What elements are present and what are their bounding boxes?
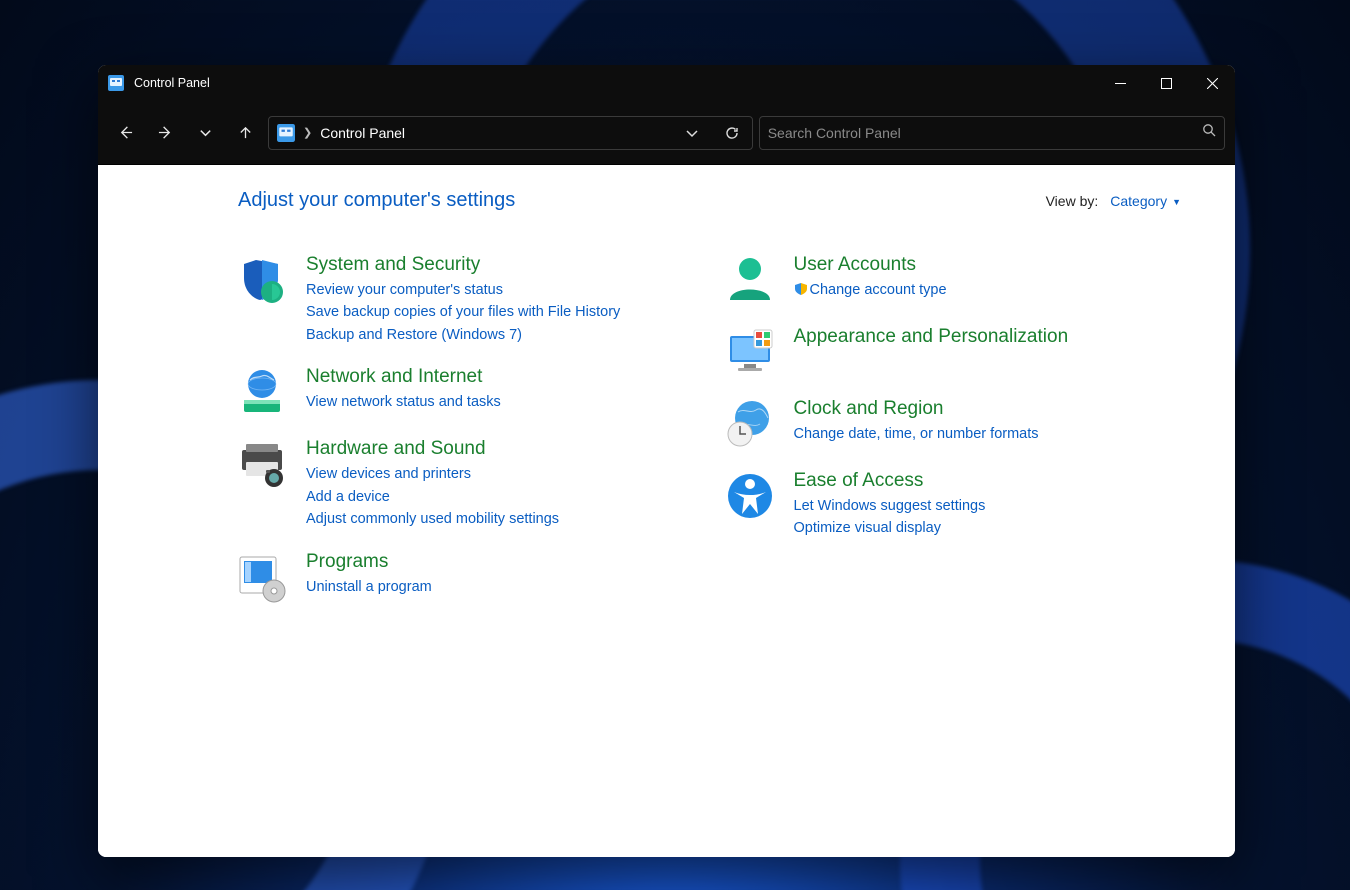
search-input[interactable] xyxy=(768,125,1202,141)
address-history-button[interactable] xyxy=(676,118,708,148)
category-title[interactable]: User Accounts xyxy=(794,254,947,276)
category-title[interactable]: Programs xyxy=(306,551,432,573)
category-columns: System and Security Review your computer… xyxy=(236,254,1181,603)
category-title[interactable]: System and Security xyxy=(306,254,620,276)
close-button[interactable] xyxy=(1189,65,1235,101)
control-panel-window: Control Panel ❯ Control P xyxy=(98,65,1235,857)
minimize-button[interactable] xyxy=(1097,65,1143,101)
category-link[interactable]: Review your computer's status xyxy=(306,279,620,301)
content-header: Adjust your computer's settings View by:… xyxy=(238,189,1181,212)
forward-button[interactable] xyxy=(148,116,182,150)
category-link[interactable]: Adjust commonly used mobility settings xyxy=(306,508,559,530)
up-button[interactable] xyxy=(228,116,262,150)
view-by-label: View by: xyxy=(1046,193,1099,209)
category-appearance-and-personalization: Appearance and Personalization xyxy=(724,326,1182,378)
clock-globe-icon[interactable] xyxy=(724,398,776,450)
category-user-accounts: User Accounts Change account type xyxy=(724,254,1182,306)
accessibility-icon[interactable] xyxy=(724,470,776,522)
category-link[interactable]: Optimize visual display xyxy=(794,517,986,539)
programs-disc-icon[interactable] xyxy=(236,551,288,603)
category-hardware-and-sound: Hardware and Sound View devices and prin… xyxy=(236,438,694,530)
category-system-and-security: System and Security Review your computer… xyxy=(236,254,694,346)
globe-network-icon[interactable] xyxy=(236,366,288,418)
search-box[interactable] xyxy=(759,116,1225,150)
search-icon[interactable] xyxy=(1202,123,1216,142)
toolbar: ❯ Control Panel xyxy=(98,101,1235,165)
category-title[interactable]: Ease of Access xyxy=(794,470,986,492)
maximize-button[interactable] xyxy=(1143,65,1189,101)
category-title[interactable]: Network and Internet xyxy=(306,366,501,388)
content-area: Adjust your computer's settings View by:… xyxy=(98,165,1235,857)
category-link[interactable]: Let Windows suggest settings xyxy=(794,495,986,517)
category-link[interactable]: Change account type xyxy=(794,279,947,303)
chevron-down-icon: ▼ xyxy=(1172,197,1181,207)
category-clock-and-region: Clock and Region Change date, time, or n… xyxy=(724,398,1182,450)
recent-locations-button[interactable] xyxy=(188,116,222,150)
control-panel-appicon xyxy=(108,75,124,91)
user-account-icon[interactable] xyxy=(724,254,776,306)
breadcrumb-separator-icon[interactable]: ❯ xyxy=(303,126,312,139)
page-title: Adjust your computer's settings xyxy=(238,189,1046,212)
category-programs: Programs Uninstall a program xyxy=(236,551,694,603)
back-button[interactable] xyxy=(108,116,142,150)
category-link[interactable]: Save backup copies of your files with Fi… xyxy=(306,301,620,323)
refresh-button[interactable] xyxy=(716,118,748,148)
category-link[interactable]: View network status and tasks xyxy=(306,391,501,413)
address-bar[interactable]: ❯ Control Panel xyxy=(268,116,753,150)
category-link[interactable]: Uninstall a program xyxy=(306,576,432,598)
view-by-value: Category xyxy=(1110,193,1167,209)
uac-shield-icon xyxy=(794,281,808,303)
category-link[interactable]: Change date, time, or number formats xyxy=(794,423,1039,445)
titlebar[interactable]: Control Panel xyxy=(98,65,1235,101)
breadcrumb-text[interactable]: Control Panel xyxy=(320,125,667,141)
view-by-control: View by: Category ▼ xyxy=(1046,193,1181,209)
printer-camera-icon[interactable] xyxy=(236,438,288,490)
category-ease-of-access: Ease of Access Let Windows suggest setti… xyxy=(724,470,1182,540)
view-by-dropdown[interactable]: Category ▼ xyxy=(1110,193,1181,209)
control-panel-crumb-icon xyxy=(277,124,295,142)
shield-security-icon[interactable] xyxy=(236,254,288,306)
window-title: Control Panel xyxy=(134,76,210,90)
category-column-right: User Accounts Change account type xyxy=(724,254,1182,603)
monitor-personalization-icon[interactable] xyxy=(724,326,776,378)
category-link[interactable]: Add a device xyxy=(306,486,559,508)
category-link[interactable]: Backup and Restore (Windows 7) xyxy=(306,324,620,346)
category-title[interactable]: Appearance and Personalization xyxy=(794,326,1069,348)
category-title[interactable]: Hardware and Sound xyxy=(306,438,559,460)
category-title[interactable]: Clock and Region xyxy=(794,398,1039,420)
category-link[interactable]: View devices and printers xyxy=(306,463,559,485)
category-column-left: System and Security Review your computer… xyxy=(236,254,694,603)
category-network-and-internet: Network and Internet View network status… xyxy=(236,366,694,418)
